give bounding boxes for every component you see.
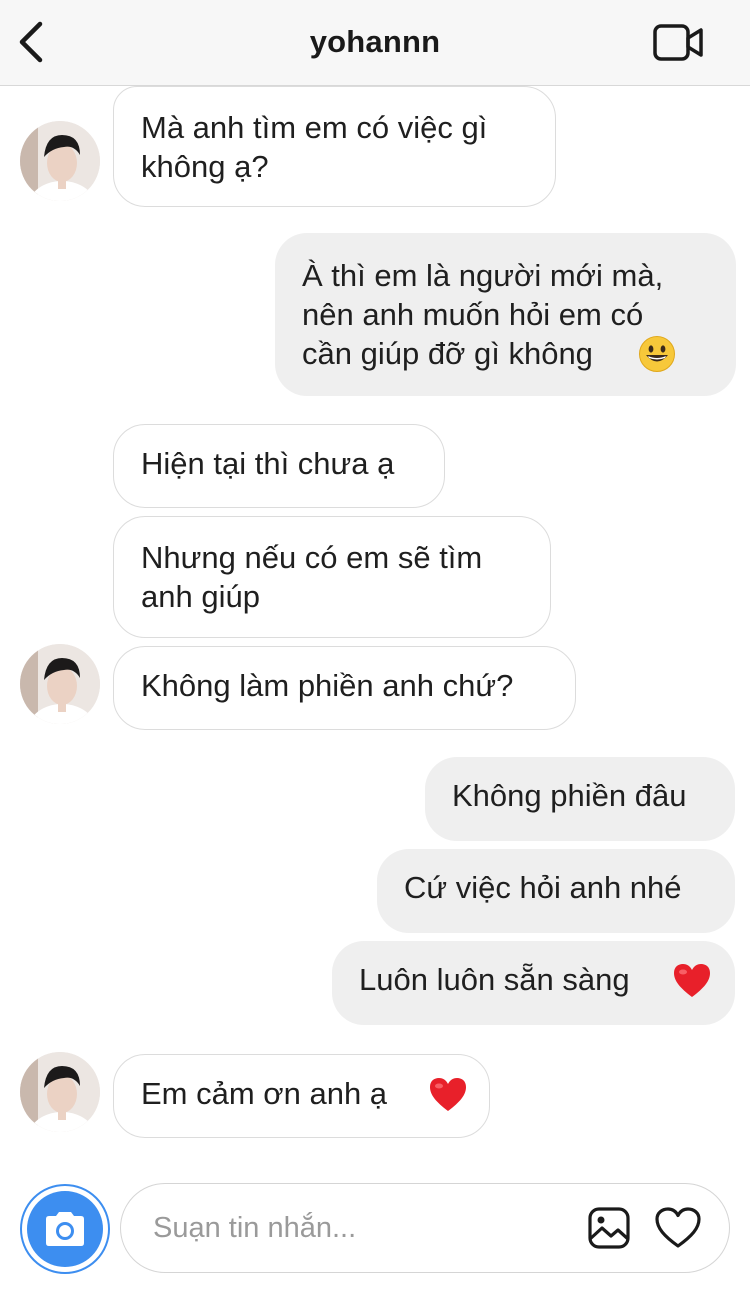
message-bubble-incoming[interactable]: Nhưng nếu có em sẽ tìm anh giúp [113,516,551,638]
contact-avatar[interactable] [20,1052,100,1132]
message-bubble-outgoing[interactable]: Luôn luôn sẵn sàng [332,941,735,1025]
message-text: Hiện tại thì chưa ạ [141,446,395,481]
avatar-photo [20,1052,100,1132]
message-bubble-outgoing[interactable]: Không phiền đâu [425,757,735,841]
conversation-title[interactable]: yohannn [0,24,750,60]
red-heart-emoji-icon [430,1078,466,1111]
message-text-content: Mà anh tìm em có việc gì không ạ? [141,110,488,184]
chat-header: yohannn [0,0,750,86]
message-composer [120,1183,730,1273]
video-call-button[interactable] [652,22,706,64]
message-text: Em cảm ơn anh ạ [141,1076,388,1111]
message-bubble-outgoing[interactable]: À thì em là người mới mà, nên anh muốn h… [275,233,736,396]
contact-avatar[interactable] [20,644,100,724]
message-text: Cứ việc hỏi anh nhé [404,870,682,905]
message-bubble-outgoing[interactable]: Cứ việc hỏi anh nhé [377,849,735,933]
heart-outline-icon [655,1207,701,1248]
message-text: À thì em là người mới mà, nên anh muốn h… [302,258,664,371]
red-heart-emoji-icon [674,964,710,997]
camera-icon [46,1212,84,1246]
message-bubble-incoming[interactable]: Không làm phiền anh chứ? [113,646,576,730]
gallery-button[interactable] [587,1206,631,1250]
message-bubble-incoming[interactable]: Em cảm ơn anh ạ [113,1054,490,1138]
message-text: Luôn luôn sẵn sàng [359,962,630,997]
message-text: Nhưng nếu có em sẽ tìm anh giúp [141,540,483,614]
like-button[interactable] [654,1206,702,1250]
gallery-icon [588,1207,630,1249]
contact-avatar[interactable] [20,121,100,201]
avatar-photo [20,121,100,201]
camera-button[interactable] [20,1184,110,1274]
grinning-face-emoji-icon [639,336,675,372]
avatar-photo [20,644,100,724]
message-bubble-incoming[interactable]: Hiện tại thì chưa ạ [113,424,445,508]
video-call-icon [653,24,703,61]
message-bubble-incoming[interactable]: Mà anh tìm em có việc gì không ạ? [113,86,556,207]
message-text: Mà anh tìm em có việc gì không ạ? [141,110,487,184]
message-text: Không làm phiền anh chứ? [141,668,514,703]
message-text: Không phiền đâu [452,778,687,813]
camera-button-fill [27,1191,103,1267]
message-input[interactable] [153,1204,573,1252]
